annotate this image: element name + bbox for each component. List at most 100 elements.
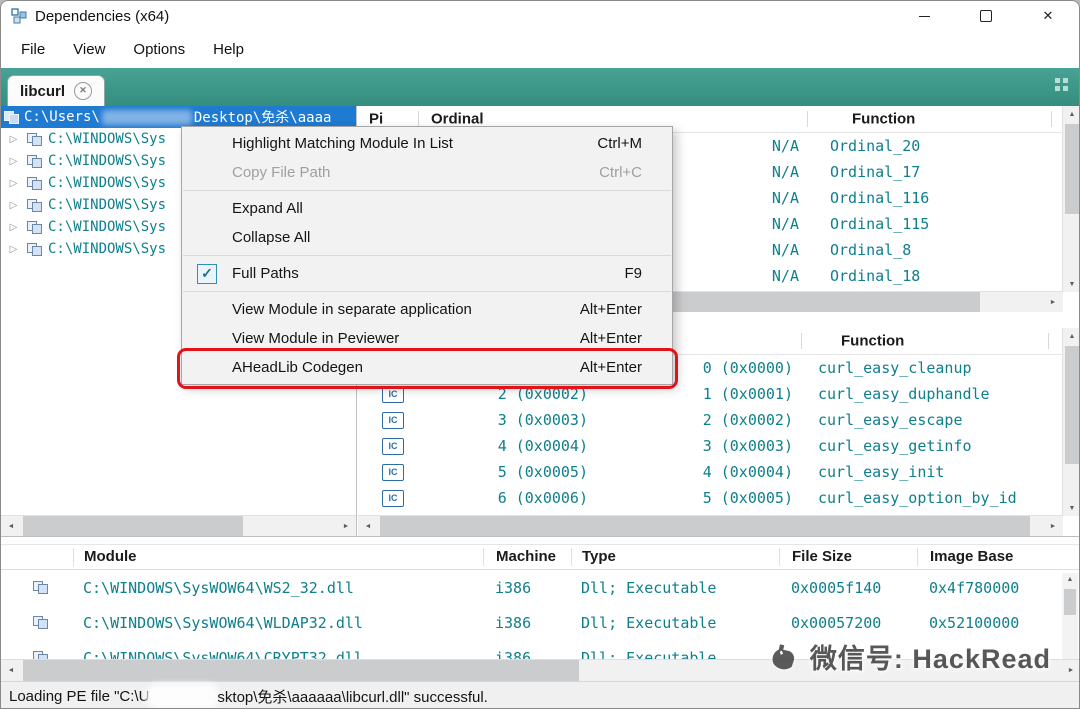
menu-bar: File View Options Help (1, 31, 1079, 68)
menu-item-full-paths[interactable]: ✓ Full Paths F9 (182, 259, 672, 288)
import-function: Ordinal_18 (830, 267, 920, 285)
scroll-track[interactable] (1063, 122, 1080, 276)
tree-item-label: C:\WINDOWS\Sys (48, 219, 166, 235)
window-title: Dependencies (x64) (35, 8, 169, 25)
minimize-button[interactable] (893, 1, 955, 31)
scroll-thumb[interactable] (1065, 124, 1079, 214)
menu-item-view-module-peviewer[interactable]: View Module in Peviewer Alt+Enter (182, 324, 672, 353)
export-ordinal: 6 (0x0006) (404, 489, 588, 507)
menu-item-view-module-separate[interactable]: View Module in separate application Alt+… (182, 295, 672, 324)
menu-item-label: Expand All (232, 200, 622, 217)
export-row[interactable]: IC 6 (0x0006) 5 (0x0005) curl_easy_optio… (358, 485, 1080, 511)
menu-item-highlight-matching[interactable]: Highlight Matching Module In List Ctrl+M (182, 129, 672, 158)
scroll-thumb[interactable] (1064, 589, 1076, 615)
module-row[interactable]: C:\WINDOWS\SysWOW64\WLDAP32.dll i386 Dll… (1, 605, 1080, 640)
scroll-right-icon[interactable]: ► (1043, 292, 1063, 312)
column-header-type[interactable]: Type (571, 548, 779, 566)
scroll-right-icon[interactable]: ► (336, 516, 356, 536)
column-divider (807, 111, 808, 127)
menu-item-copy-file-path[interactable]: Copy File Path Ctrl+C (182, 158, 672, 187)
modules-vertical-scrollbar[interactable]: ▲ (1062, 573, 1078, 659)
scroll-up-icon[interactable]: ▲ (1062, 573, 1078, 583)
expander-icon[interactable]: ▷ (7, 134, 20, 145)
scroll-track[interactable] (378, 516, 1043, 536)
export-row[interactable]: IC 5 (0x0005) 4 (0x0004) curl_easy_init (358, 459, 1080, 485)
minimize-icon (919, 16, 930, 17)
menu-item-aheadlib-codegen[interactable]: AHeadLib Codegen Alt+Enter (182, 353, 672, 382)
expander-icon[interactable]: ▷ (7, 244, 20, 255)
scroll-left-icon[interactable]: ◄ (1, 516, 21, 536)
expander-icon[interactable]: ▷ (7, 178, 20, 189)
export-hint: 2 (0x0002) (588, 411, 793, 429)
export-function: curl_easy_init (818, 463, 944, 481)
close-button[interactable]: ✕ (1017, 1, 1079, 31)
scroll-left-icon[interactable]: ◄ (358, 516, 378, 536)
menu-gutter: ✓ (182, 264, 232, 284)
export-ordinal: 3 (0x0003) (404, 411, 588, 429)
column-header-ordinal[interactable]: Ordinal (431, 111, 484, 128)
menu-options[interactable]: Options (119, 41, 199, 58)
dll-icon (27, 243, 42, 256)
column-header-pi[interactable]: Pi (369, 111, 383, 128)
menu-item-shortcut: Alt+Enter (580, 301, 642, 318)
column-header-function[interactable]: Function (841, 333, 904, 350)
menu-view[interactable]: View (59, 41, 119, 58)
import-function: Ordinal_17 (830, 163, 920, 181)
dll-icon (33, 581, 48, 594)
hand-icon (766, 640, 800, 674)
module-type: Dll; Executable (571, 614, 779, 632)
imports-vertical-scrollbar[interactable]: ▲ ▼ (1062, 106, 1080, 292)
column-header-image-base[interactable]: Image Base (917, 548, 1051, 566)
scroll-right-icon[interactable]: ► (1061, 660, 1080, 681)
expander-icon[interactable]: ▷ (7, 200, 20, 211)
menu-item-shortcut: Alt+Enter (580, 359, 642, 376)
column-divider (418, 111, 419, 127)
scroll-right-icon[interactable]: ► (1043, 516, 1063, 536)
tree-item-label: C:\WINDOWS\Sys (48, 175, 166, 191)
exports-vertical-scrollbar[interactable]: ▲ ▼ (1062, 328, 1080, 516)
scroll-thumb[interactable] (380, 516, 1030, 536)
module-row[interactable]: C:\WINDOWS\SysWOW64\WS2_32.dll i386 Dll;… (1, 570, 1080, 605)
import-function: Ordinal_116 (830, 189, 929, 207)
scroll-up-icon[interactable]: ▲ (1063, 106, 1080, 122)
menu-item-label: View Module in separate application (232, 301, 560, 318)
column-header-module[interactable]: Module (73, 548, 483, 566)
scroll-left-icon[interactable]: ◄ (1, 660, 21, 681)
scroll-track[interactable] (1063, 344, 1080, 500)
export-row[interactable]: IC 3 (0x0003) 2 (0x0002) curl_easy_escap… (358, 407, 1080, 433)
tab-list-icon[interactable] (1054, 77, 1069, 92)
menu-item-label: View Module in Peviewer (232, 330, 560, 347)
column-divider (801, 333, 802, 349)
dll-icon (27, 221, 42, 234)
menu-item-expand-all[interactable]: Expand All (182, 194, 672, 223)
menu-item-collapse-all[interactable]: Collapse All (182, 223, 672, 252)
expander-icon[interactable]: ▷ (7, 222, 20, 233)
scroll-up-icon[interactable]: ▲ (1063, 328, 1080, 344)
exports-horizontal-scrollbar[interactable]: ◄ ► (358, 515, 1063, 536)
scroll-thumb[interactable] (23, 516, 243, 536)
close-icon: ✕ (1043, 8, 1054, 24)
scroll-down-icon[interactable]: ▼ (1063, 276, 1080, 292)
scroll-down-icon[interactable]: ▼ (1063, 500, 1080, 516)
scroll-thumb[interactable] (23, 660, 579, 681)
tree-item-label: C:\WINDOWS\Sys (48, 197, 166, 213)
tab-close-icon[interactable]: ✕ (74, 82, 92, 100)
column-header-file-size[interactable]: File Size (779, 548, 917, 566)
menu-file[interactable]: File (7, 41, 59, 58)
scroll-thumb[interactable] (1065, 346, 1079, 464)
dll-icon (27, 199, 42, 212)
export-row[interactable]: IC 4 (0x0004) 3 (0x0003) curl_easy_getin… (358, 433, 1080, 459)
maximize-button[interactable] (955, 1, 1017, 31)
module-image-base: 0x4f780000 (917, 579, 1051, 597)
menu-help[interactable]: Help (199, 41, 258, 58)
tree-root-selected[interactable]: C:\Users\ Desktop\免杀\aaaa (1, 106, 356, 128)
tree-item-label: C:\WINDOWS\Sys (48, 131, 166, 147)
tab-libcurl[interactable]: libcurl ✕ (7, 75, 105, 106)
expander-icon[interactable]: ▷ (7, 156, 20, 167)
menu-item-label: Collapse All (232, 229, 622, 246)
column-header-machine[interactable]: Machine (483, 548, 571, 566)
tree-horizontal-scrollbar[interactable]: ◄ ► (1, 515, 356, 536)
scroll-track[interactable] (21, 516, 336, 536)
column-header-function[interactable]: Function (852, 111, 915, 128)
checked-checkbox-icon[interactable]: ✓ (197, 264, 217, 284)
